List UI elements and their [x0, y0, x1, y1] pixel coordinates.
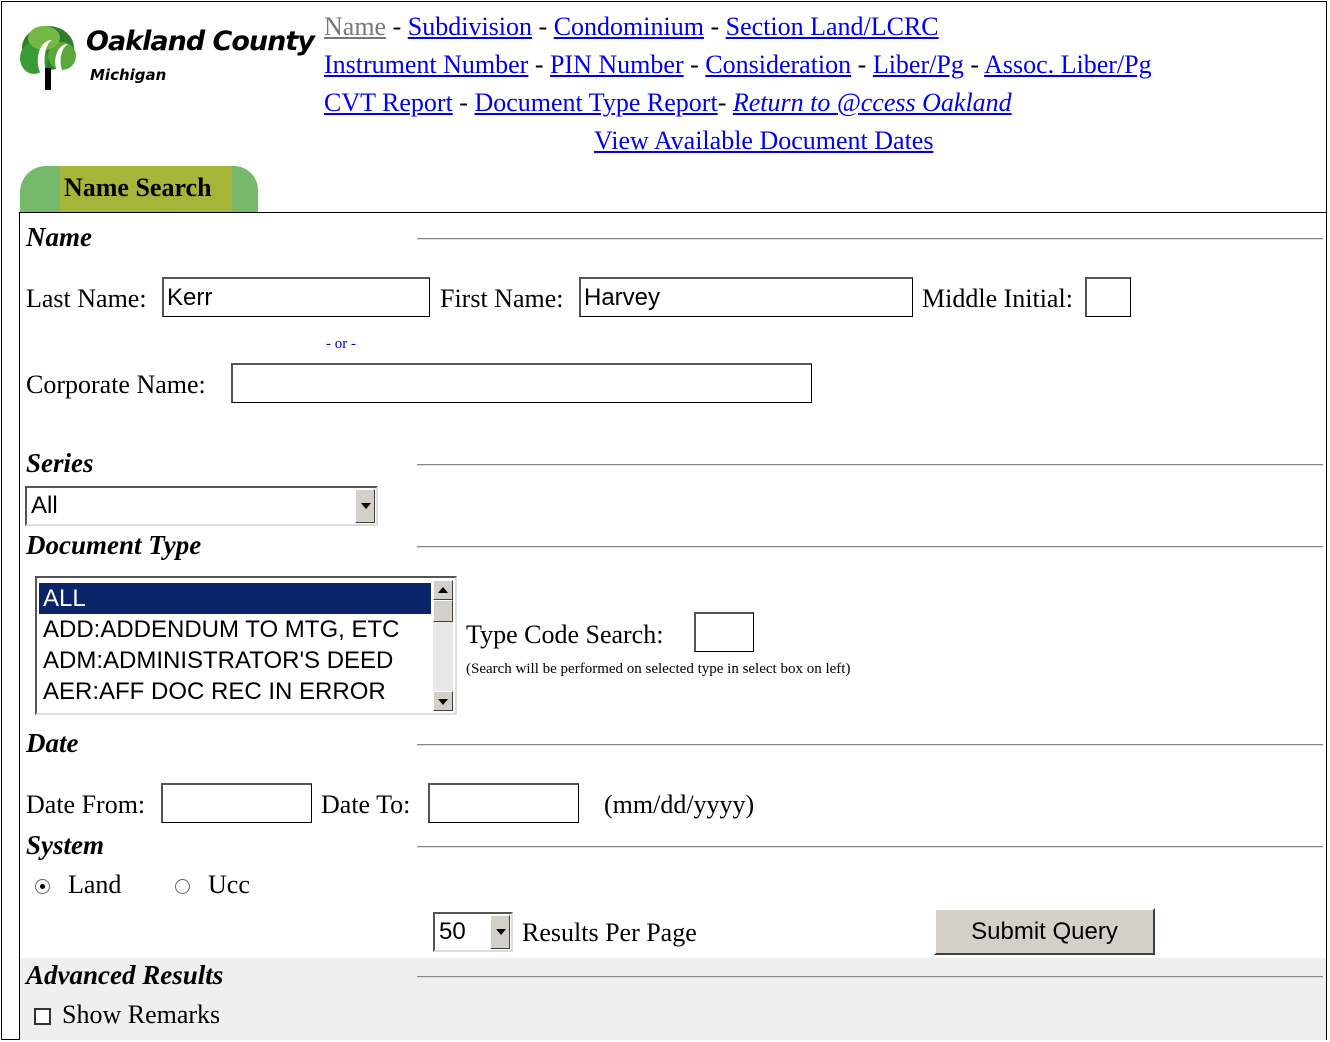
last-name-input[interactable]	[162, 277, 430, 317]
nav-link-assoc-liber-pg[interactable]: Assoc. Liber/Pg	[984, 50, 1152, 79]
system-radio-ucc-label[interactable]: Ucc	[208, 870, 250, 900]
section-heading-system: System	[26, 830, 104, 860]
section-heading-document-type: Document Type	[26, 530, 202, 560]
nav-link-document-type-report[interactable]: Document Type Report	[474, 88, 717, 117]
nav-link-condominium[interactable]: Condominium	[554, 12, 704, 41]
listbox-scrollbar[interactable]	[433, 580, 453, 711]
section-heading-date: Date	[26, 728, 79, 758]
date-to-input[interactable]	[428, 783, 579, 823]
results-per-page-dropdown-arrow-icon[interactable]	[490, 915, 510, 949]
show-remarks-label[interactable]: Show Remarks	[62, 1000, 220, 1030]
or-separator: - or -	[326, 336, 356, 352]
divider	[417, 846, 1323, 848]
logo-subtitle: Michigan	[90, 66, 167, 84]
series-select-value: All	[31, 492, 58, 519]
nav-row-3: CVT Report - Document Type Report- Retur…	[324, 88, 1012, 117]
show-remarks-checkbox[interactable]	[34, 1008, 51, 1025]
series-dropdown-arrow-icon[interactable]	[355, 489, 375, 523]
nav-link-return-to-access-oakland[interactable]: Return to @ccess Oakland	[733, 88, 1012, 117]
first-name-input[interactable]	[579, 277, 913, 317]
scroll-up-arrow-icon[interactable]	[433, 580, 453, 600]
date-format-hint: (mm/dd/yyyy)	[604, 790, 755, 819]
nav-link-cvt-report[interactable]: CVT Report	[324, 88, 453, 117]
type-code-search-input[interactable]	[694, 612, 754, 652]
tab-name-search-label: Name Search	[64, 173, 212, 202]
divider	[417, 744, 1323, 746]
system-radio-ucc[interactable]	[175, 879, 190, 894]
nav-link-pin-number[interactable]: PIN Number	[550, 50, 684, 79]
corporate-name-label: Corporate Name:	[26, 370, 206, 399]
results-per-page-label: Results Per Page	[522, 918, 697, 947]
date-from-label: Date From:	[26, 790, 146, 819]
divider	[417, 976, 1323, 978]
type-code-search-label: Type Code Search:	[466, 620, 664, 649]
date-from-input[interactable]	[161, 783, 312, 823]
nav-link-name[interactable]: Name	[324, 12, 386, 41]
section-heading-series: Series	[26, 448, 94, 478]
results-per-page-select[interactable]: 50	[433, 912, 513, 952]
nav-link-subdivision[interactable]: Subdivision	[408, 12, 532, 41]
submit-query-button[interactable]: Submit Query	[934, 908, 1155, 955]
type-code-search-note: (Search will be performed on selected ty…	[466, 661, 851, 677]
nav-link-consideration[interactable]: Consideration	[705, 50, 851, 79]
first-name-label: First Name:	[440, 284, 564, 313]
nav-link-liber-pg[interactable]: Liber/Pg	[873, 50, 964, 79]
middle-initial-input[interactable]	[1085, 277, 1131, 317]
section-heading-advanced-results: Advanced Results	[26, 960, 224, 990]
nav-row-1: Name - Subdivision - Condominium - Secti…	[324, 12, 939, 41]
scroll-down-arrow-icon[interactable]	[433, 691, 453, 711]
nav-row-2: Instrument Number - PIN Number - Conside…	[324, 50, 1152, 79]
system-radio-land[interactable]	[35, 879, 50, 894]
section-heading-name: Name	[26, 222, 92, 252]
document-type-option[interactable]: AER:AFF DOC REC IN ERROR	[39, 676, 431, 707]
series-select[interactable]: All	[25, 486, 378, 526]
divider	[417, 464, 1323, 466]
system-radio-land-label[interactable]: Land	[68, 870, 121, 900]
document-type-listbox[interactable]: ALL ADD:ADDENDUM TO MTG, ETC ADM:ADMINIS…	[35, 576, 457, 715]
document-type-option[interactable]: ALL	[39, 583, 431, 614]
nav-link-view-document-dates[interactable]: View Available Document Dates	[594, 126, 933, 155]
divider	[417, 546, 1323, 548]
corporate-name-input[interactable]	[231, 363, 812, 403]
last-name-label: Last Name:	[26, 284, 147, 313]
nav-link-instrument-number[interactable]: Instrument Number	[324, 50, 528, 79]
middle-initial-label: Middle Initial:	[922, 284, 1073, 313]
oak-tree-logo-icon	[20, 26, 76, 90]
nav-link-section-land[interactable]: Section Land/LCRC	[726, 12, 939, 41]
document-type-option[interactable]: ADM:ADMINISTRATOR'S DEED	[39, 645, 431, 676]
results-per-page-value: 50	[439, 918, 466, 945]
date-to-label: Date To:	[321, 790, 411, 819]
nav-row-4: View Available Document Dates	[594, 126, 933, 156]
document-type-option[interactable]: ADD:ADDENDUM TO MTG, ETC	[39, 614, 431, 645]
scroll-thumb[interactable]	[433, 600, 453, 622]
logo-title: Oakland County	[86, 26, 315, 57]
divider	[417, 238, 1323, 240]
oakland-county-logo[interactable]: Oakland County Michigan	[14, 14, 315, 96]
